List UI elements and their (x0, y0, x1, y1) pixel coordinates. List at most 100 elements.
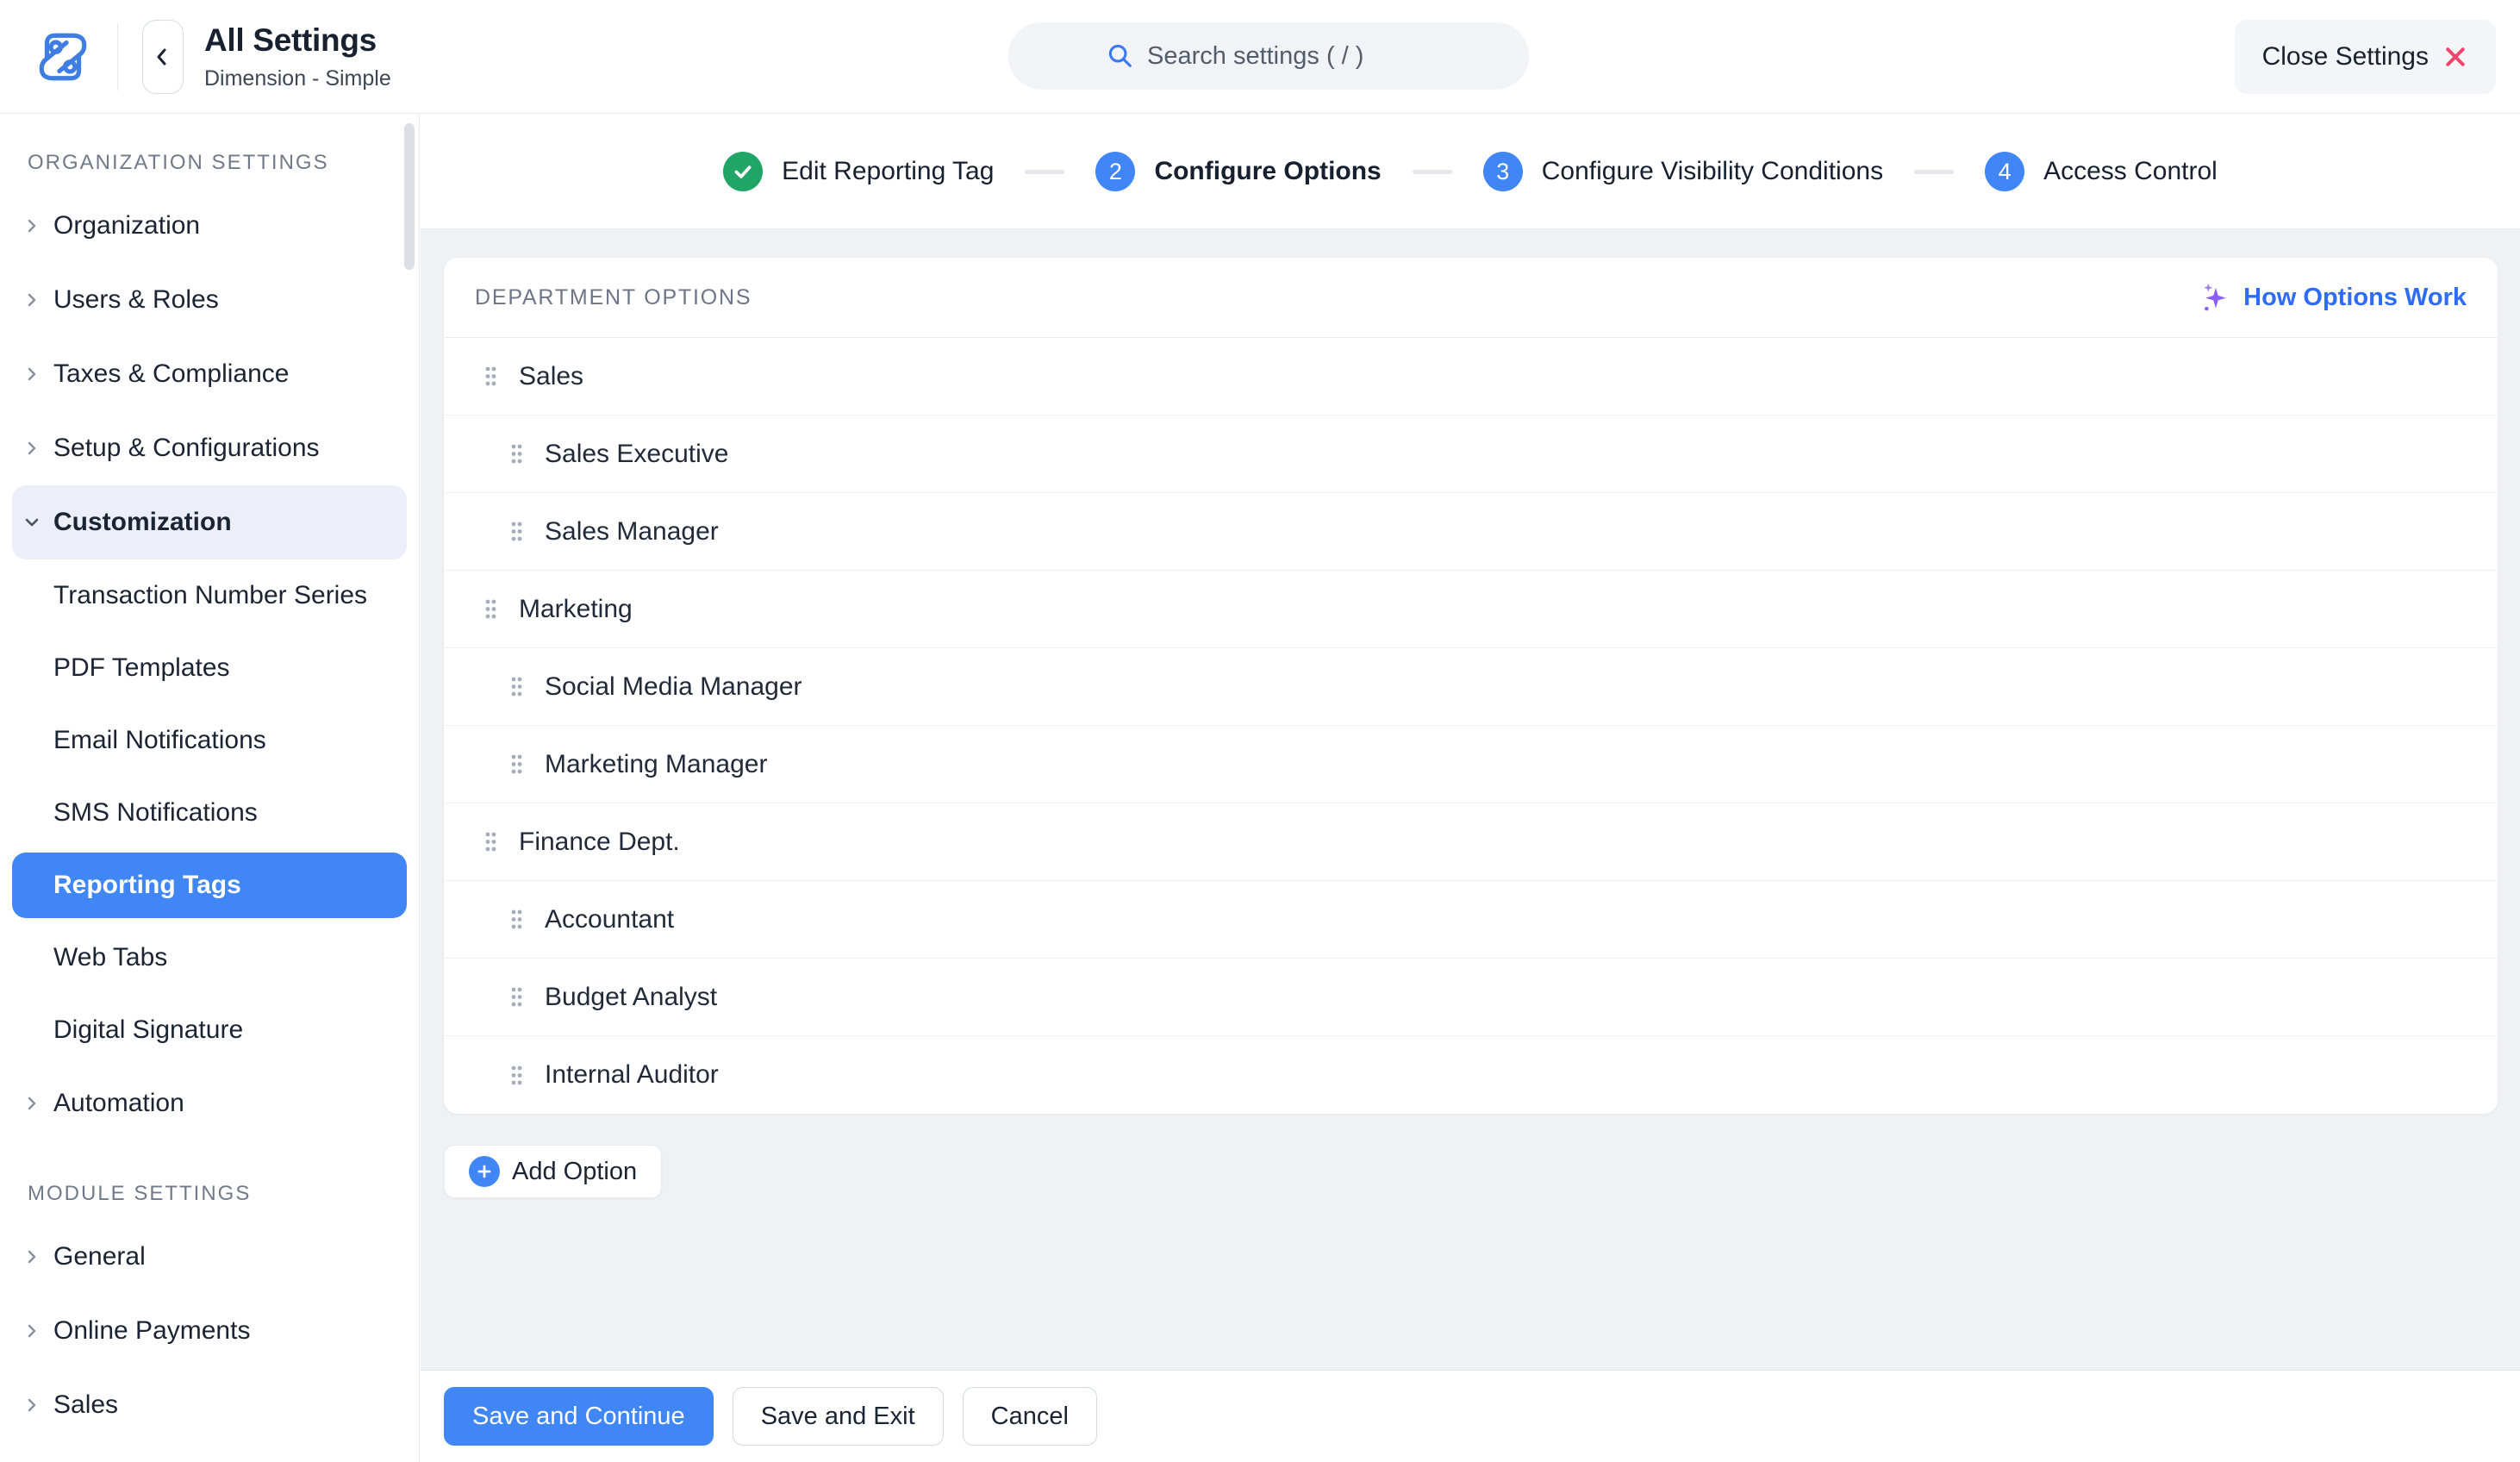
sidebar-item-automation[interactable]: Automation (0, 1066, 419, 1140)
option-label: Sales Executive (545, 440, 728, 469)
search-icon (1106, 41, 1135, 71)
how-options-work-label: How Options Work (2243, 284, 2467, 312)
drag-handle-icon[interactable] (509, 1064, 524, 1087)
chevron-right-icon (22, 365, 41, 384)
option-row[interactable]: Sales (444, 338, 2498, 415)
back-button[interactable] (142, 20, 184, 94)
add-option-label: Add Option (512, 1158, 637, 1186)
title-block: All Settings Dimension - Simple (204, 22, 391, 91)
option-row[interactable]: Internal Auditor (444, 1036, 2498, 1114)
step-label: Configure Visibility Conditions (1542, 157, 1883, 186)
sidebar-item-customization[interactable]: Customization (12, 485, 407, 559)
drag-handle-icon[interactable] (483, 365, 498, 388)
sidebar-item-email-notifications[interactable]: Email Notifications (0, 704, 419, 777)
books-logo[interactable] (34, 28, 91, 85)
add-option-button[interactable]: Add Option (444, 1145, 662, 1198)
sidebar-item-label: Reporting Tags (53, 871, 241, 900)
main-content: Edit Reporting Tag 2 Configure Options 3… (421, 115, 2520, 1462)
plus-icon (469, 1156, 500, 1187)
sidebar-item-label: Online Payments (53, 1316, 250, 1346)
settings-search[interactable] (1008, 22, 1529, 90)
option-row[interactable]: Marketing Manager (444, 726, 2498, 803)
option-label: Finance Dept. (519, 828, 680, 857)
chevron-right-icon (22, 1321, 41, 1340)
sparkle-icon (2199, 280, 2233, 315)
close-icon (2442, 44, 2468, 70)
step-configure-options[interactable]: 2 Configure Options (1095, 152, 1381, 191)
sidebar-item-transaction-number-series[interactable]: Transaction Number Series (0, 559, 419, 632)
option-label: Marketing Manager (545, 750, 767, 779)
step-number-badge: 4 (1985, 152, 2024, 191)
drag-handle-icon[interactable] (509, 520, 524, 543)
sidebar-item-web-tabs[interactable]: Web Tabs (0, 922, 419, 994)
drag-handle-icon[interactable] (483, 597, 498, 621)
chevron-left-icon (152, 46, 174, 68)
option-row[interactable]: Sales Executive (444, 415, 2498, 493)
option-label: Marketing (519, 595, 633, 624)
sidebar-item-purchases[interactable]: Purchases (0, 1442, 419, 1462)
drag-handle-icon[interactable] (483, 830, 498, 853)
sidebar-item-general[interactable]: General (0, 1220, 419, 1294)
step-configure-visibility-conditions[interactable]: 3 Configure Visibility Conditions (1483, 152, 1883, 191)
option-row[interactable]: Finance Dept. (444, 803, 2498, 881)
chevron-right-icon (22, 439, 41, 458)
option-row[interactable]: Sales Manager (444, 493, 2498, 571)
drag-handle-icon[interactable] (509, 753, 524, 776)
stepper-connector (1914, 170, 1954, 174)
cancel-button[interactable]: Cancel (963, 1387, 1097, 1446)
sidebar-item-sales[interactable]: Sales (0, 1368, 419, 1442)
drag-handle-icon[interactable] (509, 442, 524, 465)
sidebar-item-label: Digital Signature (53, 1015, 243, 1045)
options-card-title: DEPARTMENT OPTIONS (475, 285, 752, 310)
options-card-header: DEPARTMENT OPTIONS How Options Work (444, 258, 2498, 338)
option-row[interactable]: Accountant (444, 881, 2498, 959)
department-options-card: DEPARTMENT OPTIONS How Options Work Sale… (444, 258, 2498, 1114)
step-edit-reporting-tag[interactable]: Edit Reporting Tag (723, 152, 994, 191)
how-options-work-link[interactable]: How Options Work (2199, 280, 2467, 315)
save-and-exit-button[interactable]: Save and Exit (733, 1387, 944, 1446)
page-subtitle: Dimension - Simple (204, 66, 391, 91)
sidebar-item-label: General (53, 1242, 146, 1271)
sidebar-item-label: PDF Templates (53, 653, 230, 683)
header-divider (117, 23, 118, 91)
chevron-down-icon (22, 513, 41, 532)
sidebar-item-label: Automation (53, 1089, 184, 1118)
option-row[interactable]: Marketing (444, 571, 2498, 648)
option-label: Internal Auditor (545, 1060, 719, 1090)
drag-handle-icon[interactable] (509, 675, 524, 698)
sidebar-item-setup-configurations[interactable]: Setup & Configurations (0, 411, 419, 485)
settings-sidebar: ORGANIZATION SETTINGS Organization Users… (0, 115, 420, 1462)
close-settings-button[interactable]: Close Settings (2235, 20, 2496, 94)
step-number-badge: 2 (1095, 152, 1135, 191)
chevron-right-icon (22, 1396, 41, 1415)
close-settings-label: Close Settings (2262, 42, 2429, 72)
step-complete-check-icon (723, 152, 763, 191)
sidebar-item-digital-signature[interactable]: Digital Signature (0, 994, 419, 1066)
step-label: Access Control (2043, 157, 2217, 186)
step-label: Edit Reporting Tag (782, 157, 994, 186)
step-number-badge: 3 (1483, 152, 1523, 191)
sidebar-item-taxes-compliance[interactable]: Taxes & Compliance (0, 337, 419, 411)
step-access-control[interactable]: 4 Access Control (1985, 152, 2217, 191)
save-and-continue-button[interactable]: Save and Continue (444, 1387, 714, 1446)
sidebar-item-label: Web Tabs (53, 943, 167, 972)
drag-handle-icon[interactable] (509, 985, 524, 1009)
sidebar-item-online-payments[interactable]: Online Payments (0, 1294, 419, 1368)
sidebar-item-users-roles[interactable]: Users & Roles (0, 263, 419, 337)
sidebar-item-reporting-tags[interactable]: Reporting Tags (12, 853, 407, 918)
option-row[interactable]: Budget Analyst (444, 959, 2498, 1036)
sidebar-item-label: Customization (53, 508, 232, 537)
sidebar-item-label: Users & Roles (53, 285, 219, 315)
sidebar-item-pdf-templates[interactable]: PDF Templates (0, 632, 419, 704)
sidebar-item-sms-notifications[interactable]: SMS Notifications (0, 777, 419, 849)
stepper-connector (1413, 170, 1452, 174)
search-input[interactable] (1147, 42, 1432, 71)
chevron-right-icon (22, 1247, 41, 1266)
drag-handle-icon[interactable] (509, 908, 524, 931)
chevron-right-icon (22, 1094, 41, 1113)
option-row[interactable]: Social Media Manager (444, 648, 2498, 726)
option-label: Accountant (545, 905, 674, 934)
app-header: All Settings Dimension - Simple Close Se… (0, 0, 2520, 114)
sidebar-item-organization[interactable]: Organization (0, 189, 419, 263)
chevron-right-icon (22, 216, 41, 235)
